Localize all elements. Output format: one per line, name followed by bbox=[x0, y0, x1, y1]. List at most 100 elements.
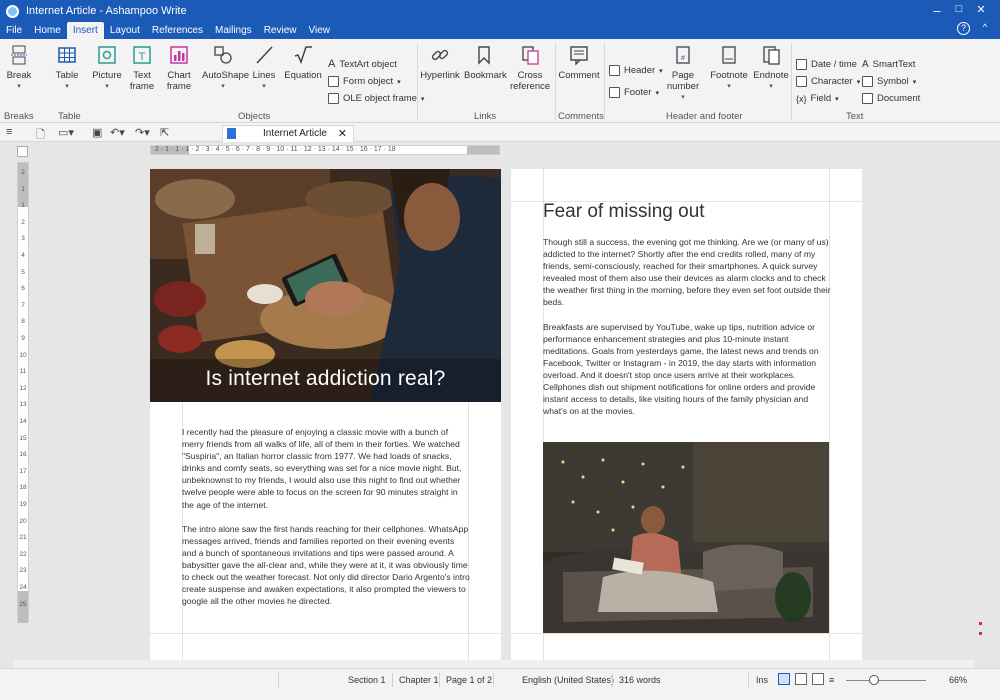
page-1[interactable]: Is internet addiction real? I recently h… bbox=[150, 169, 501, 668]
ole-object-button[interactable]: OLE object frame ▾ bbox=[328, 93, 424, 104]
date-time-button[interactable]: Date / time bbox=[796, 59, 857, 70]
break-button[interactable]: Break ▾ bbox=[4, 42, 34, 92]
endnote-button[interactable]: Endnote ▾ bbox=[752, 42, 790, 92]
undo-icon[interactable]: ↶▾ bbox=[110, 126, 125, 139]
hamburger-menu-icon[interactable]: ≡ bbox=[6, 126, 12, 138]
minimize-button[interactable]: – bbox=[928, 3, 946, 18]
hyperlink-button[interactable]: Hyperlink bbox=[420, 42, 460, 81]
title-bar: Internet Article - Ashampoo Write – □ ✕ … bbox=[0, 0, 1000, 39]
lines-button[interactable]: Lines ▾ bbox=[250, 42, 278, 92]
group-label-text: Text bbox=[846, 111, 864, 122]
field-label: Field bbox=[810, 93, 832, 104]
document-tab[interactable]: Internet Article ✕ bbox=[222, 125, 354, 142]
page-1-body[interactable]: I recently had the pleasure of enjoying … bbox=[182, 426, 470, 619]
character-button[interactable]: Character ▾ bbox=[796, 76, 860, 87]
vertical-ruler-number: 13 bbox=[19, 401, 27, 409]
vertical-scrollbar[interactable] bbox=[977, 142, 988, 668]
group-label-comments: Comments bbox=[558, 111, 604, 122]
vertical-ruler-number: 14 bbox=[19, 418, 27, 425]
tab-stop-selector[interactable] bbox=[17, 146, 28, 157]
ribbon-collapse-icon[interactable]: ^ bbox=[976, 22, 994, 32]
text-frame-button[interactable]: T Text frame bbox=[126, 42, 158, 92]
maximize-button[interactable]: □ bbox=[950, 3, 968, 15]
page-number-button[interactable]: # Page number ▾ bbox=[663, 42, 703, 103]
form-object-button[interactable]: Form object ▾ bbox=[328, 76, 401, 87]
menu-file[interactable]: File bbox=[0, 22, 28, 39]
close-tab-icon[interactable]: ✕ bbox=[338, 127, 347, 140]
header-button[interactable]: Header ▾ bbox=[609, 65, 663, 76]
autoshape-button[interactable]: AutoShape ▾ bbox=[202, 42, 249, 92]
chevron-down-icon: ▾ bbox=[856, 78, 861, 86]
document-button[interactable]: Document bbox=[862, 93, 920, 104]
zoom-slider-handle[interactable] bbox=[869, 675, 879, 685]
vertical-ruler[interactable]: 2 1 1 2 3 4 5 6 7 8 9 10 11 12 13 14 15 16 17 18 19 20 21 22 23 2… bbox=[17, 162, 29, 623]
status-chapter[interactable]: Chapter 1 bbox=[399, 675, 439, 685]
textart-button[interactable]: A TextArt object bbox=[328, 58, 397, 70]
status-insert-mode[interactable]: Ins bbox=[756, 675, 768, 685]
margin-guide bbox=[511, 633, 862, 634]
help-icon[interactable]: ? bbox=[957, 22, 970, 35]
zoom-slider-track[interactable] bbox=[846, 680, 926, 681]
margin-guide bbox=[150, 633, 501, 634]
symbol-button[interactable]: Symbol ▾ bbox=[862, 76, 916, 87]
redo-icon[interactable]: ↷▾ bbox=[135, 126, 150, 139]
menu-review[interactable]: Review bbox=[258, 22, 303, 39]
menu-insert[interactable]: Insert bbox=[66, 22, 104, 39]
page-view-icon[interactable] bbox=[778, 673, 790, 685]
comment-button[interactable]: Comment bbox=[558, 42, 600, 81]
field-button[interactable]: {x} Field ▾ bbox=[796, 93, 839, 104]
cross-reference-button[interactable]: Cross reference bbox=[510, 42, 550, 92]
group-label-breaks: Breaks bbox=[4, 111, 34, 122]
article-image[interactable] bbox=[543, 442, 829, 633]
menu-mailings[interactable]: Mailings bbox=[209, 22, 258, 39]
bookmark-button[interactable]: Bookmark bbox=[464, 42, 507, 81]
vertical-ruler-number: 25 bbox=[19, 600, 27, 608]
footnote-button[interactable]: Footnote ▾ bbox=[708, 42, 750, 92]
page-2[interactable]: Fear of missing out Though still a succe… bbox=[511, 169, 862, 668]
save-icon[interactable]: ▣ bbox=[92, 126, 102, 139]
vertical-ruler-number: 12 bbox=[19, 384, 27, 392]
chart-frame-button[interactable]: Chart frame bbox=[162, 42, 196, 92]
menu-layout[interactable]: Layout bbox=[104, 22, 146, 39]
table-button[interactable]: Table ▾ bbox=[52, 42, 82, 92]
group-label-header-footer: Header and footer bbox=[666, 111, 743, 122]
vertical-ruler-number: 1 bbox=[21, 185, 25, 193]
horizontal-scrollbar[interactable] bbox=[14, 660, 974, 668]
status-page[interactable]: Page 1 of 2 bbox=[446, 675, 492, 685]
smarttext-button[interactable]: A SmartText bbox=[862, 59, 915, 70]
open-folder-icon[interactable]: ▭▾ bbox=[58, 126, 74, 139]
status-language[interactable]: English (United States) bbox=[522, 675, 614, 685]
symbol-label: Symbol bbox=[877, 76, 909, 87]
outline-view-icon[interactable]: ≡ bbox=[829, 675, 834, 685]
footer-button[interactable]: Footer ▾ bbox=[609, 87, 659, 98]
section-heading: Fear of missing out bbox=[543, 201, 705, 222]
svg-text:T: T bbox=[139, 51, 146, 63]
app-icon[interactable] bbox=[6, 5, 19, 18]
status-word-count[interactable]: 316 words bbox=[619, 675, 661, 685]
zoom-level[interactable]: 66% bbox=[949, 675, 967, 685]
status-section[interactable]: Section 1 bbox=[348, 675, 386, 685]
status-separator bbox=[278, 673, 279, 687]
pointer-icon[interactable]: ⇱ bbox=[160, 126, 169, 139]
menu-view[interactable]: View bbox=[302, 22, 336, 39]
page-2-body[interactable]: Though still a success, the evening got … bbox=[543, 236, 831, 429]
menu-references[interactable]: References bbox=[146, 22, 209, 39]
status-bar: Section 1 Chapter 1 Page 1 of 2 English … bbox=[0, 668, 1000, 700]
web-view-icon[interactable] bbox=[812, 673, 824, 685]
equation-button[interactable]: Equation bbox=[284, 42, 322, 81]
menu-bar: File Home Insert Layout References Maili… bbox=[0, 22, 336, 39]
close-button[interactable]: ✕ bbox=[972, 3, 990, 16]
page-number-label: Page number bbox=[666, 70, 700, 92]
picture-button[interactable]: Picture ▾ bbox=[92, 42, 122, 92]
normal-view-icon[interactable] bbox=[795, 673, 807, 685]
vertical-ruler-number: 11 bbox=[19, 368, 27, 376]
hero-title: Is internet addiction real? bbox=[205, 367, 446, 390]
table-label: Table bbox=[55, 70, 79, 81]
link-icon bbox=[427, 42, 453, 68]
calendar-icon bbox=[796, 59, 807, 70]
hero-image[interactable]: Is internet addiction real? bbox=[150, 169, 501, 402]
menu-home[interactable]: Home bbox=[28, 22, 67, 39]
vertical-ruler-number: 10 bbox=[19, 351, 27, 359]
vertical-ruler-number: 15 bbox=[19, 434, 27, 442]
horizontal-ruler[interactable]: 2 · 1 · 1 · 1 · 2 · 3 · 4 · 5 · 6 · 7 · … bbox=[150, 145, 500, 155]
